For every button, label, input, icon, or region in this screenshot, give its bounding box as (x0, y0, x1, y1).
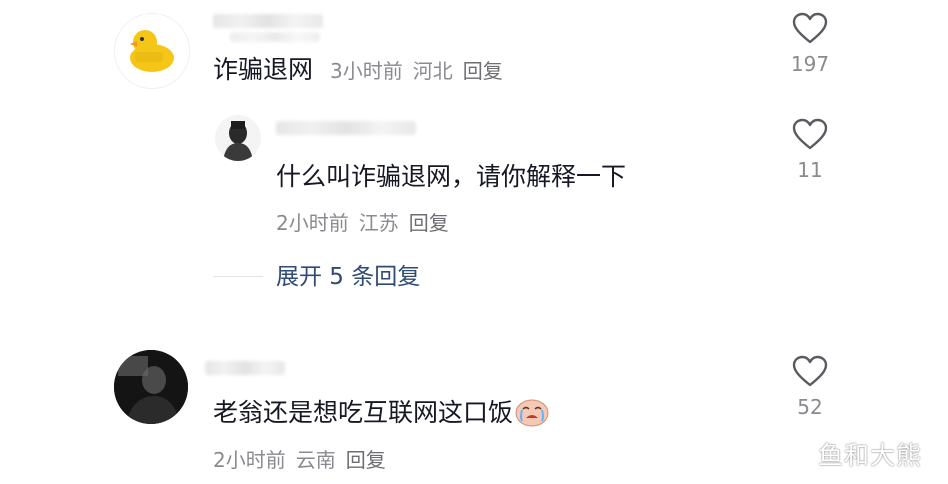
commenter-name-redacted (230, 32, 320, 42)
comment-text: 诈骗退网 (213, 55, 314, 84)
crying-face-emoji-icon (515, 399, 549, 427)
duck-icon (130, 30, 174, 72)
commenter-name-redacted[interactable] (276, 121, 416, 135)
commenter-avatar-dark[interactable] (114, 350, 188, 424)
comment-location: 江苏 (358, 211, 399, 235)
like-group: 197 (780, 12, 840, 76)
like-group: 52 (780, 355, 840, 419)
person-silhouette-icon (223, 121, 253, 161)
comment-meta: 3小时前 河北 回复 (330, 59, 513, 83)
comment-time: 3小时前 (330, 59, 403, 83)
like-count: 197 (790, 52, 830, 76)
reply-button[interactable]: 回复 (409, 211, 449, 235)
expand-divider (213, 276, 263, 277)
commenter-name-redacted[interactable] (205, 361, 285, 375)
comment-text: 什么叫诈骗退网，请你解释一下 (276, 162, 627, 191)
heart-outline-icon[interactable] (792, 118, 828, 150)
reply-button[interactable]: 回复 (346, 448, 386, 472)
reply-button[interactable]: 回复 (463, 59, 503, 83)
like-group: 11 (780, 118, 840, 182)
expand-replies-button[interactable]: 展开 5 条回复 (276, 263, 420, 291)
commenter-avatar-reply[interactable] (215, 115, 261, 161)
comment-meta: 2小时前 江苏 回复 (276, 211, 459, 235)
like-count: 11 (797, 158, 823, 182)
comment-text: 老翁还是想吃互联网这口饭 (213, 397, 549, 428)
comment-time: 2小时前 (213, 448, 286, 472)
comment-location: 云南 (295, 448, 336, 472)
heart-outline-icon[interactable] (792, 12, 828, 44)
comment-meta: 2小时前 云南 回复 (213, 448, 396, 472)
comment-text-body: 老翁还是想吃互联网这口饭 (213, 398, 514, 427)
comment-time: 2小时前 (276, 211, 349, 235)
commenter-avatar-duck[interactable] (114, 13, 190, 89)
like-count: 52 (797, 395, 823, 419)
comment-location: 河北 (412, 59, 453, 83)
heart-outline-icon[interactable] (792, 355, 828, 387)
person-silhouette-icon (114, 350, 188, 424)
commenter-name-redacted[interactable] (213, 14, 323, 28)
watermark: 鱼和大熊 (818, 441, 923, 470)
